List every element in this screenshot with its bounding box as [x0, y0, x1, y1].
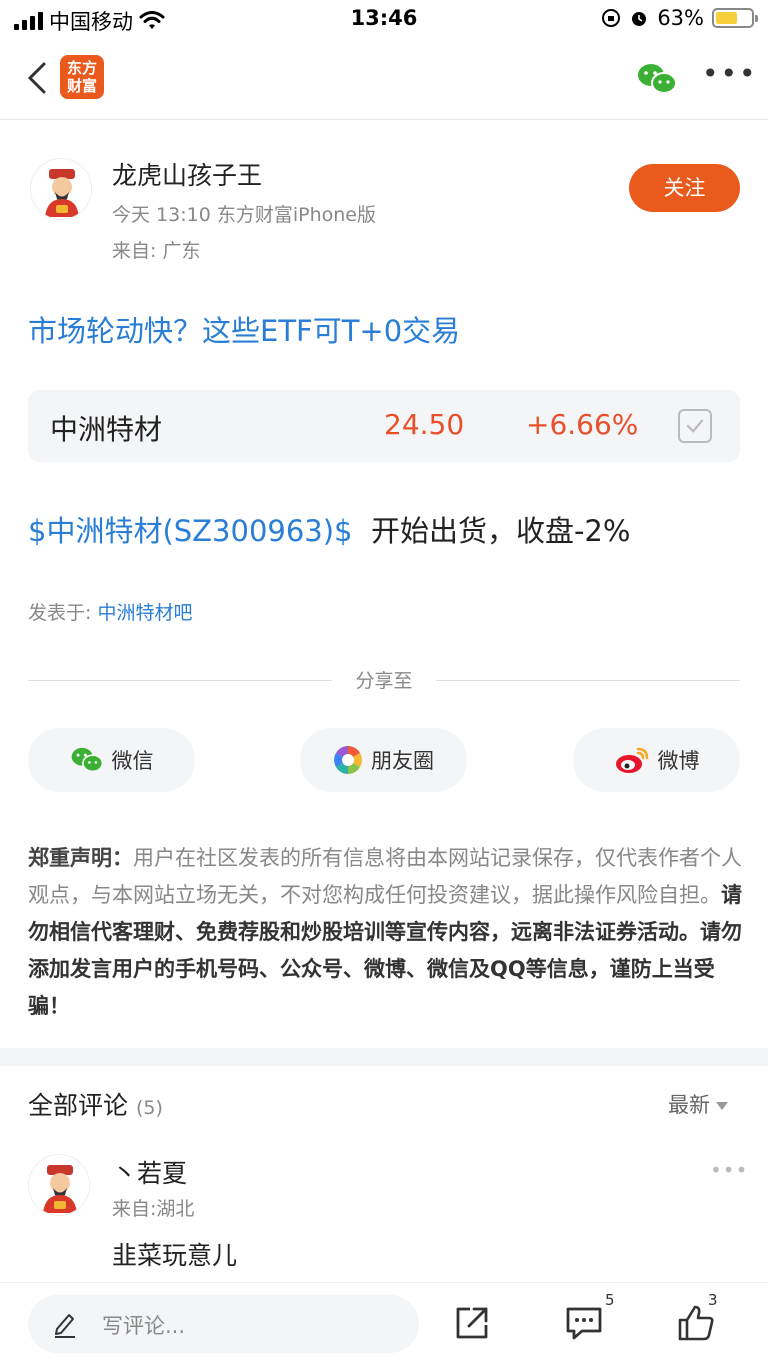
thumbs-up-icon[interactable] [676, 1303, 716, 1343]
wechat-icon [71, 747, 103, 773]
comment-input[interactable]: 写评论... [28, 1295, 419, 1353]
caishen-avatar-icon [30, 1156, 89, 1215]
stock-bar-link[interactable]: 中洲特材吧 [97, 602, 192, 624]
stock-change: +6.66% [526, 408, 639, 441]
logo-line-2: 财富 [66, 77, 97, 95]
follow-button[interactable]: 关注 [629, 164, 740, 212]
caret-down-icon [716, 1102, 728, 1110]
posted-in: 发表于: 中洲特材吧 [28, 598, 192, 625]
comment-count-badge: 5 [605, 1291, 615, 1309]
comments-header: 全部评论 (5) [28, 1086, 163, 1122]
comments-count: (5) [135, 1097, 163, 1119]
post-title-link[interactable]: 市场轮动快？这些ETF可T+0交易 [28, 308, 460, 350]
nav-bar: 东方 财富 ••• [0, 40, 768, 120]
logo-line-1: 东方 [66, 59, 97, 77]
bottom-bar: 写评论... 5 3 [0, 1282, 768, 1366]
add-watchlist-check-icon[interactable] [678, 409, 712, 443]
post-body-text: 开始出货，收盘-2% [352, 514, 631, 548]
commenter-location: 来自:湖北 [112, 1198, 195, 1220]
author-avatar[interactable] [30, 158, 92, 220]
moments-icon [334, 746, 362, 774]
status-bar: 中国移动 13:46 63% [0, 0, 768, 40]
share-icon[interactable] [452, 1303, 492, 1343]
commenter-avatar[interactable] [28, 1154, 90, 1216]
share-moments-button[interactable]: 朋友圈 [300, 728, 467, 792]
share-wechat-label: 微信 [111, 749, 154, 773]
more-icon[interactable]: ••• [702, 60, 756, 92]
disclaimer-text: 用户在社区发表的所有信息将由本网站记录保存，仅代表作者个人观点，与本网站立场无关… [28, 846, 742, 907]
comment-text: 韭菜玩意儿 [112, 1241, 238, 1270]
comment-placeholder: 写评论... [102, 1314, 186, 1338]
comment-icon[interactable] [564, 1303, 604, 1343]
stock-price: 24.50 [384, 408, 465, 441]
sort-label: 最新 [668, 1093, 710, 1117]
back-icon[interactable] [22, 58, 52, 98]
posted-in-label: 发表于: [28, 602, 98, 624]
orientation-lock-icon [602, 9, 621, 27]
share-wechat-button[interactable]: 微信 [28, 728, 195, 792]
author-name[interactable]: 龙虎山孩子王 [112, 156, 262, 192]
caishen-avatar-icon [32, 160, 91, 219]
stock-tag-link[interactable]: $中洲特材(SZ300963)$ [28, 514, 353, 548]
share-weibo-button[interactable]: 微博 [573, 728, 740, 792]
like-count-badge: 3 [708, 1291, 718, 1309]
section-divider [0, 1048, 768, 1066]
battery-icon [712, 8, 758, 28]
disclaimer: 郑重声明：用户在社区发表的所有信息将由本网站记录保存，仅代表作者个人观点，与本网… [28, 840, 744, 1025]
author-meta: 今天 13:10 东方财富iPhone版 [112, 204, 376, 226]
pen-icon [55, 1314, 75, 1338]
author-location: 来自: 广东 [112, 240, 201, 262]
weibo-icon [615, 747, 648, 773]
status-right: 63% [601, 6, 758, 30]
share-moments-label: 朋友圈 [371, 749, 434, 773]
divider [436, 680, 740, 681]
stock-card[interactable]: 中洲特材 24.50 +6.66% [28, 390, 740, 462]
battery-percent: 63% [657, 6, 704, 30]
disclaimer-lead: 郑重声明： [28, 846, 133, 870]
alarm-icon [632, 12, 647, 26]
commenter-name[interactable]: 丶若夏 [112, 1154, 187, 1190]
wechat-icon[interactable] [636, 62, 678, 96]
post-body: $中洲特材(SZ300963)$ 开始出货，收盘-2% [28, 508, 630, 550]
comment-more-icon[interactable]: ••• [710, 1158, 748, 1182]
sort-dropdown[interactable]: 最新 [668, 1089, 728, 1119]
share-weibo-label: 微博 [657, 749, 700, 773]
app-logo: 东方 财富 [60, 55, 104, 99]
comments-title: 全部评论 [28, 1091, 129, 1120]
stock-name: 中洲特材 [50, 413, 163, 446]
